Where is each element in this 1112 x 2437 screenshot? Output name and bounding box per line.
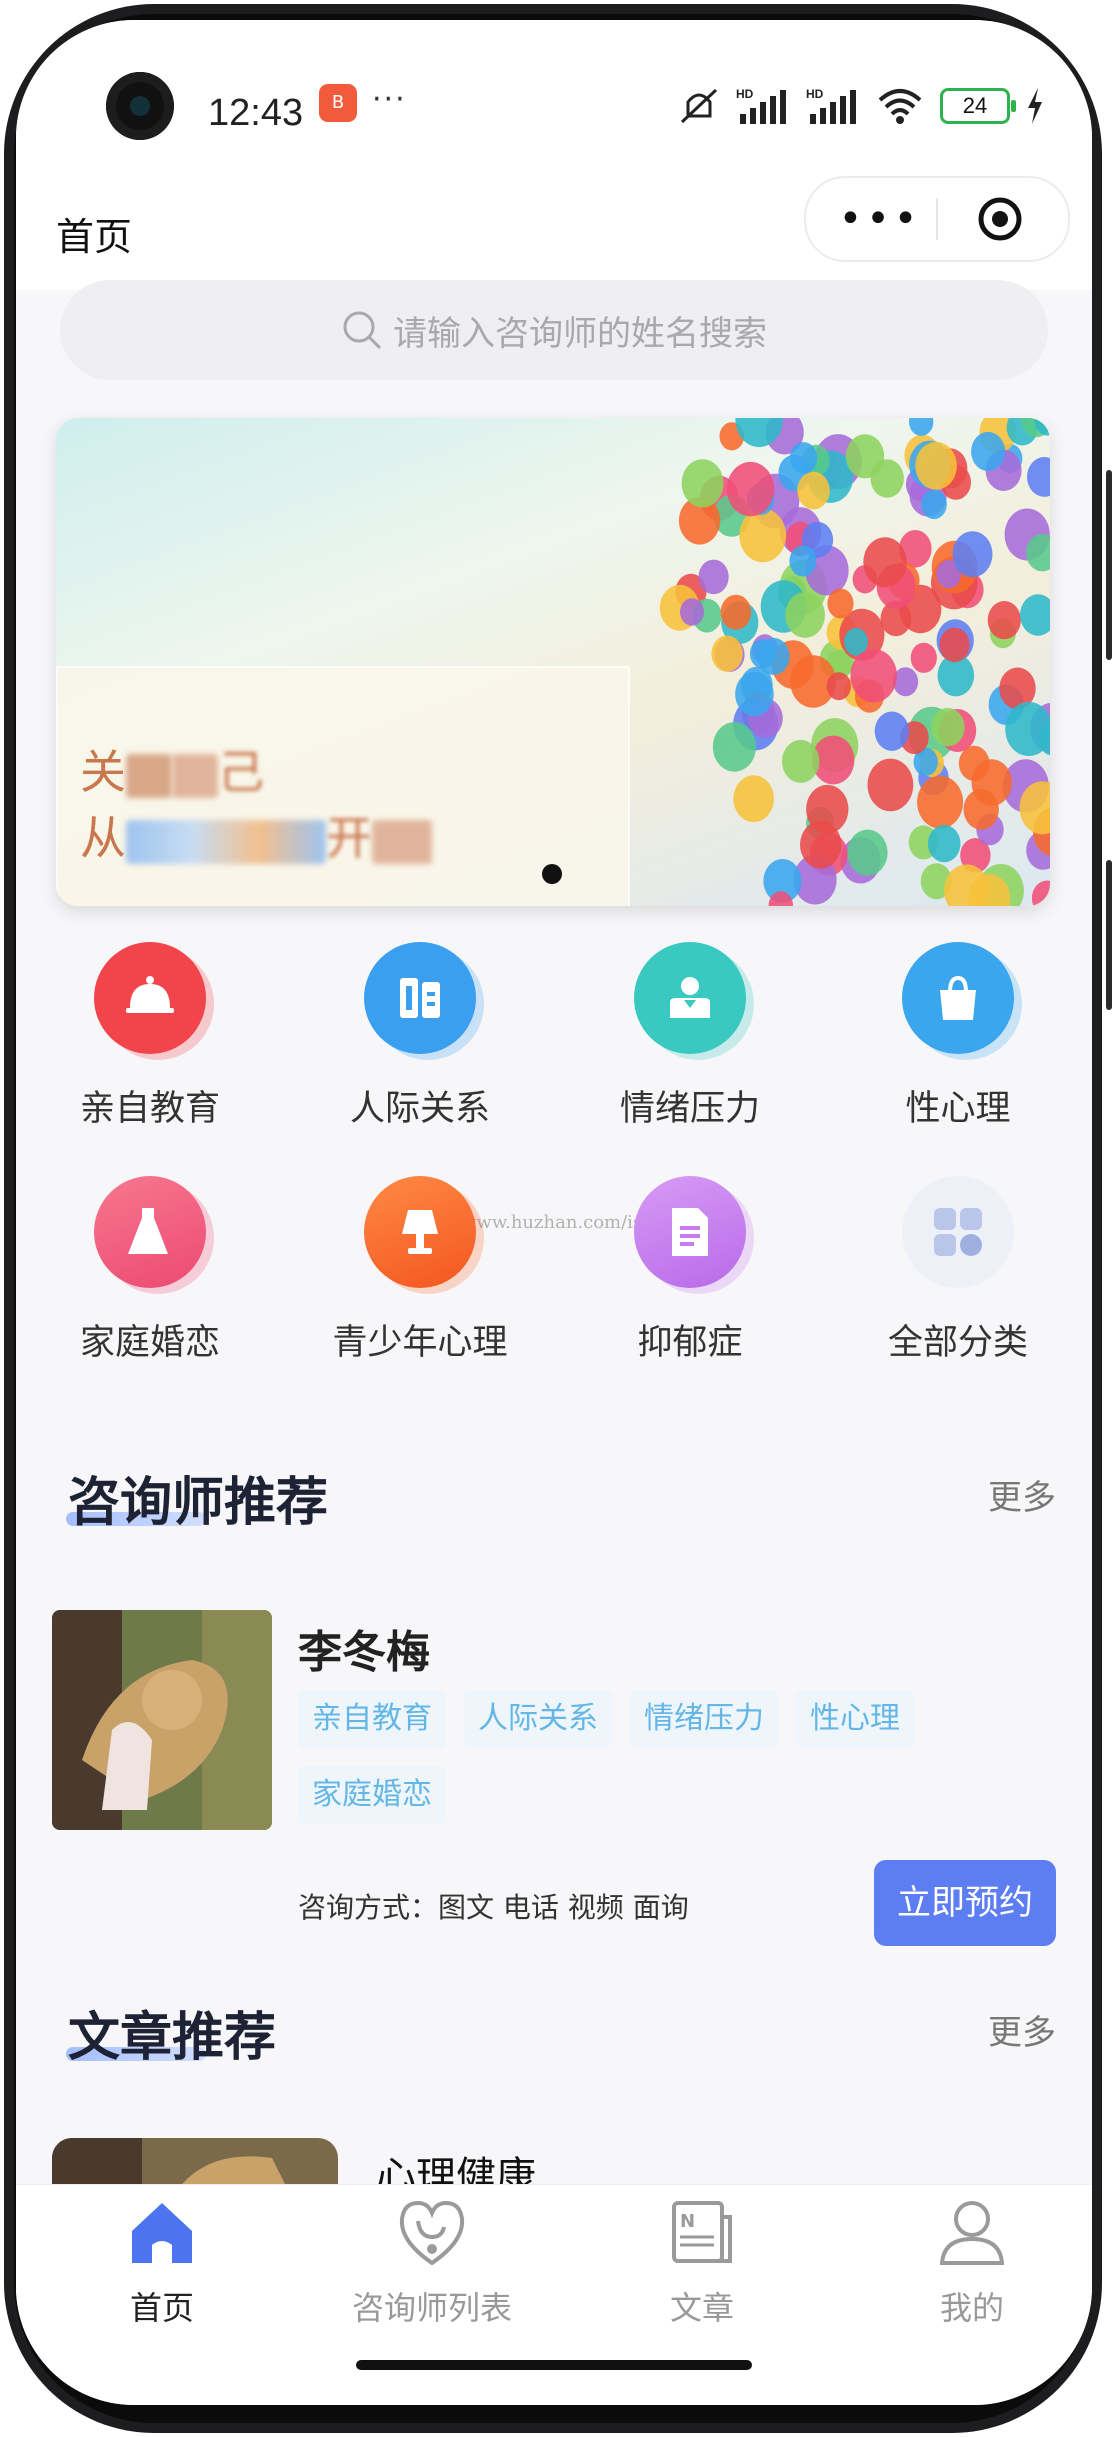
category-label: 亲自教育	[79, 1089, 220, 1129]
more-notifications-icon: ···	[372, 82, 407, 117]
svg-text:N: N	[680, 2211, 695, 2232]
counselor-card[interactable]: 李冬梅 亲自教育 人际关系 情绪压力 性心理 家庭婚恋 咨询方式：图文 电话 视…	[16, 1610, 1092, 1970]
status-icons: HD HD 24	[678, 84, 1044, 128]
people-card-icon	[400, 978, 440, 1018]
category-label: 性心理	[905, 1089, 1011, 1129]
nav-header: 首页 •••	[16, 140, 1092, 290]
phone-screen: 12:43 B ··· HD HD 24 首页 ••• 请输入咨询师的姓名搜索 …	[16, 20, 1092, 2405]
category-item[interactable]: 亲自教育	[16, 940, 284, 1170]
counselor-tag: 家庭婚恋	[298, 1766, 446, 1824]
counselor-tag: 情绪压力	[630, 1690, 778, 1748]
person-badge-icon	[670, 977, 710, 1018]
search-input[interactable]: 请输入咨询师的姓名搜索	[393, 306, 767, 355]
bottom-tab-bar: 首页 咨询师列表 N 文章 我的	[16, 2184, 1092, 2405]
volume-button	[1106, 470, 1112, 660]
tab-mine[interactable]: 我的	[838, 2197, 1092, 2337]
category-label: 情绪压力	[619, 1089, 760, 1129]
banner-headline-1: 关己	[80, 745, 264, 799]
section-title: 文章推荐	[68, 2008, 277, 2068]
counselor-section-header: 咨询师推荐 更多	[56, 1460, 1056, 1540]
counselor-tag: 性心理	[796, 1690, 914, 1748]
category-label: 青少年心理	[332, 1323, 508, 1363]
tab-articles[interactable]: N 文章	[568, 2197, 836, 2337]
signal-hd-icon: HD	[806, 87, 856, 124]
category-item[interactable]: 性心理	[824, 940, 1092, 1170]
category-label: 全部分类	[887, 1323, 1028, 1363]
document-icon	[672, 1208, 708, 1256]
category-item[interactable]: 情绪压力	[556, 940, 824, 1170]
balloons-image	[659, 418, 1050, 906]
home-icon	[132, 2203, 192, 2263]
home-indicator	[356, 2360, 752, 2370]
counselor-tag: 人际关系	[464, 1690, 612, 1748]
svg-text:HD: HD	[736, 87, 754, 101]
app-notification-icon: B	[319, 84, 357, 122]
tab-label: 文章	[669, 2289, 734, 2327]
battery-icon: 24	[940, 88, 1016, 124]
more-link[interactable]: 更多	[988, 1470, 1056, 1519]
tab-counselor-list[interactable]: 咨询师列表	[298, 2197, 566, 2337]
tab-label: 咨询师列表	[351, 2289, 512, 2327]
category-item[interactable]: 抑郁症	[556, 1174, 824, 1404]
phone-frame: 12:43 B ··· HD HD 24 首页 ••• 请输入咨询师的姓名搜索 …	[0, 0, 1112, 2437]
page-title: 首页	[56, 215, 133, 259]
search-icon	[343, 311, 382, 350]
mini-program-capsule: •••	[804, 176, 1070, 262]
user-icon	[939, 2201, 1005, 2265]
category-label: 人际关系	[349, 1089, 490, 1129]
lamp-icon	[402, 1210, 438, 1254]
banner-carousel[interactable]: 关己 从开	[56, 418, 1050, 906]
counselor-tag: 亲自教育	[298, 1690, 446, 1748]
capsule-more-button[interactable]: •••	[830, 184, 930, 254]
counselor-avatar	[52, 1610, 272, 1830]
category-label: 家庭婚恋	[79, 1323, 220, 1363]
category-item[interactable]: 人际关系	[286, 940, 554, 1170]
signal-hd-icon: HD	[736, 87, 786, 124]
status-bar: 12:43 B ··· HD HD 24	[16, 20, 1092, 140]
category-item[interactable]: 家庭婚恋	[16, 1174, 284, 1404]
dress-icon	[128, 1208, 168, 1254]
article-section-header: 文章推荐 更多	[56, 1995, 1056, 2075]
search-bar[interactable]: 请输入咨询师的姓名搜索	[60, 280, 1048, 380]
category-item[interactable]: 全部分类	[824, 1174, 1092, 1404]
carousel-indicator[interactable]	[542, 864, 562, 884]
mute-icon	[680, 88, 718, 124]
book-now-button[interactable]: 立即预约	[874, 1860, 1056, 1946]
cloche-icon	[126, 976, 174, 1013]
tab-home[interactable]: 首页	[28, 2197, 296, 2337]
counselor-name: 李冬梅	[298, 1627, 430, 1678]
power-button	[1106, 860, 1112, 1010]
news-icon: N	[672, 2201, 732, 2263]
tab-label: 首页	[129, 2289, 194, 2327]
shopping-bag-icon	[940, 975, 976, 1020]
more-link[interactable]: 更多	[988, 2005, 1056, 2054]
banner-headline-2: 从开	[80, 802, 432, 868]
wifi-icon	[878, 89, 922, 124]
charging-icon	[1028, 88, 1042, 124]
tab-label: 我的	[939, 2289, 1004, 2327]
heart-stethoscope-icon	[399, 2200, 465, 2266]
section-title: 咨询师推荐	[68, 1473, 329, 1533]
front-camera	[106, 72, 174, 140]
close-target-icon[interactable]	[976, 195, 1024, 243]
svg-text:HD: HD	[806, 87, 824, 101]
category-item[interactable]: 青少年心理	[286, 1174, 554, 1404]
category-label: 抑郁症	[637, 1323, 743, 1363]
consult-method: 咨询方式：图文 电话 视频 面询	[298, 1891, 689, 1924]
grid-icon	[934, 1208, 982, 1256]
status-time: 12:43	[208, 92, 304, 134]
